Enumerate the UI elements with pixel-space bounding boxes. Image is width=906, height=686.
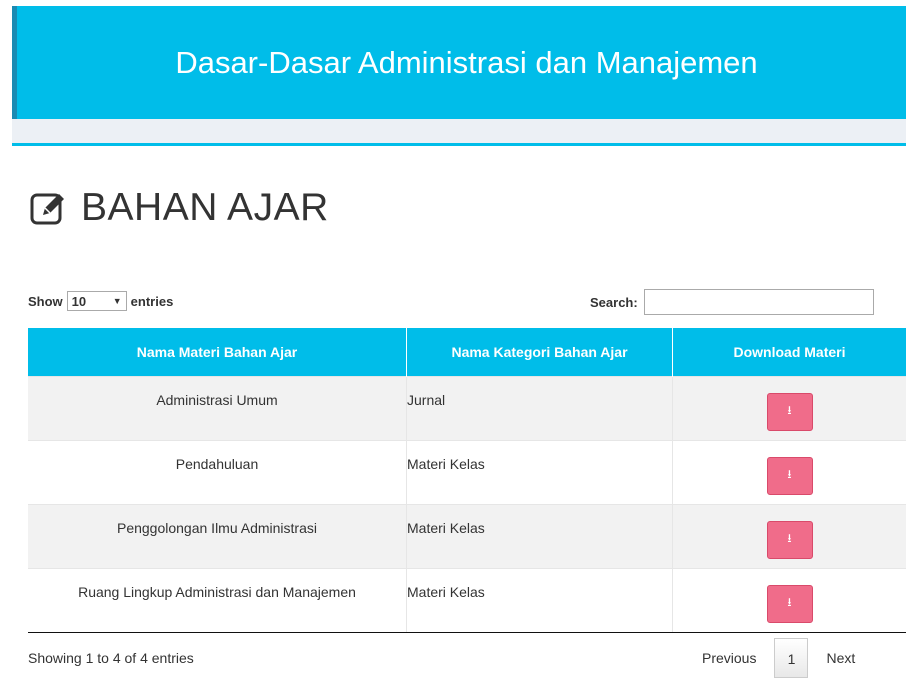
material-category: Jurnal bbox=[407, 391, 446, 408]
page-title-text: BAHAN AJAR bbox=[81, 186, 329, 229]
search-input[interactable] bbox=[643, 289, 874, 315]
search-control: Search: bbox=[590, 289, 874, 315]
material-name: Administrasi Umum bbox=[156, 391, 278, 408]
header-banner: Dasar-Dasar Administrasi dan Manajemen bbox=[12, 6, 906, 119]
download-button[interactable]: ⭳ bbox=[766, 584, 813, 623]
download-button[interactable]: ⭳ bbox=[766, 456, 813, 495]
pagination: Previous 1 Next bbox=[690, 638, 867, 678]
cell-download: ⭳ bbox=[672, 568, 906, 633]
material-name: Penggolongan Ilmu Administrasi bbox=[116, 519, 317, 536]
material-category: Materi Kelas bbox=[407, 519, 485, 536]
download-button[interactable]: ⭳ bbox=[766, 392, 813, 431]
materials-table: Nama Materi Bahan Ajar Nama Kategori Bah… bbox=[28, 328, 906, 633]
column-header-download[interactable]: Download Materi bbox=[672, 328, 906, 377]
cell-category: Jurnal bbox=[406, 376, 673, 441]
table-row: Pendahuluan Materi Kelas ⭳ bbox=[28, 440, 906, 505]
cell-name: Administrasi Umum bbox=[28, 376, 407, 441]
entries-select-value: 10 bbox=[71, 293, 87, 309]
material-name: Ruang Lingkup Administrasi dan Manajemen bbox=[78, 583, 356, 600]
show-label: Show bbox=[28, 293, 63, 309]
edit-icon bbox=[30, 193, 64, 225]
download-icon: ⭳ bbox=[787, 595, 792, 609]
chevron-down-icon: ▼ bbox=[112, 296, 122, 306]
cell-name: Pendahuluan bbox=[28, 440, 407, 505]
page-1-button[interactable]: 1 bbox=[774, 638, 809, 678]
entries-label: entries bbox=[130, 293, 174, 309]
entries-select[interactable]: 10 ▼ bbox=[66, 291, 127, 311]
cell-download: ⭳ bbox=[672, 376, 906, 441]
download-icon: ⭳ bbox=[787, 403, 792, 417]
header-title: Dasar-Dasar Administrasi dan Manajemen bbox=[175, 44, 758, 80]
cell-name: Ruang Lingkup Administrasi dan Manajemen bbox=[28, 568, 407, 633]
cell-category: Materi Kelas bbox=[406, 440, 673, 505]
column-header-category[interactable]: Nama Kategori Bahan Ajar bbox=[406, 328, 673, 377]
entries-length-control: Show 10 ▼ entries bbox=[28, 291, 173, 311]
column-header-name[interactable]: Nama Materi Bahan Ajar bbox=[28, 328, 407, 377]
cell-download: ⭳ bbox=[672, 504, 906, 569]
table-info: Showing 1 to 4 of 4 entries bbox=[28, 650, 194, 666]
material-category: Materi Kelas bbox=[407, 455, 485, 472]
download-icon: ⭳ bbox=[787, 467, 792, 481]
table-header-row: Nama Materi Bahan Ajar Nama Kategori Bah… bbox=[28, 328, 906, 377]
download-icon: ⭳ bbox=[787, 531, 792, 545]
table-row: Penggolongan Ilmu Administrasi Materi Ke… bbox=[28, 504, 906, 569]
material-name: Pendahuluan bbox=[175, 455, 259, 472]
search-label: Search: bbox=[590, 294, 638, 310]
table-row: Ruang Lingkup Administrasi dan Manajemen… bbox=[28, 568, 906, 633]
previous-button[interactable]: Previous bbox=[690, 638, 768, 678]
page-title: BAHAN AJAR bbox=[29, 186, 329, 230]
table-row: Administrasi Umum Jurnal ⭳ bbox=[28, 376, 906, 441]
download-button[interactable]: ⭳ bbox=[766, 520, 813, 559]
cell-download: ⭳ bbox=[672, 440, 906, 505]
cell-name: Penggolongan Ilmu Administrasi bbox=[28, 504, 407, 569]
cell-category: Materi Kelas bbox=[406, 568, 673, 633]
cell-category: Materi Kelas bbox=[406, 504, 673, 569]
material-category: Materi Kelas bbox=[407, 583, 485, 600]
content-gap bbox=[12, 119, 906, 143]
next-button[interactable]: Next bbox=[814, 638, 867, 678]
